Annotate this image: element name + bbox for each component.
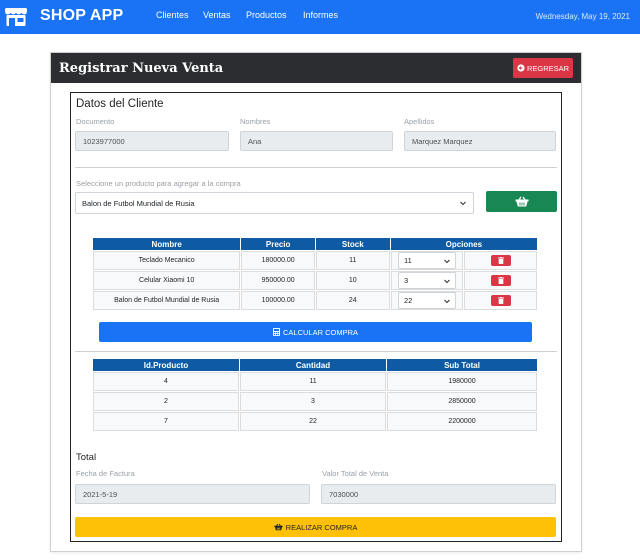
products-table: Nombre Precio Stock Opciones Teclado Mec… xyxy=(92,237,538,311)
valor-total-label: Valor Total de Venta xyxy=(322,469,389,478)
quantity-value: 3 xyxy=(403,276,409,285)
col-precio: Precio xyxy=(241,238,315,250)
divider xyxy=(75,351,557,352)
page-title: Registrar Nueva Venta xyxy=(59,61,224,76)
calculator-icon xyxy=(272,328,280,336)
trash-icon xyxy=(497,257,504,264)
total-section-title: Total xyxy=(76,452,97,463)
quantity-select[interactable]: 11 xyxy=(397,252,456,269)
product-select[interactable]: Balon de Futbol Mundial de Rusia xyxy=(75,192,474,214)
table-row: Teclado Mecanico 180000.00 11 11 xyxy=(93,251,537,270)
product-select-label: Seleccione un producto para agregar a la… xyxy=(76,179,241,188)
nav-link-productos[interactable]: Productos xyxy=(246,10,287,20)
cell-stock: 11 xyxy=(315,251,390,270)
cell-cantidad: 11 xyxy=(240,372,386,391)
basket-icon xyxy=(273,523,283,531)
quantity-value: 11 xyxy=(403,256,412,265)
cell-id: 2 xyxy=(93,392,239,411)
cell-subtotal: 2850000 xyxy=(387,392,537,411)
chevron-down-icon xyxy=(444,279,450,284)
current-date: Wednesday, May 19, 2021 xyxy=(535,12,630,21)
delete-button[interactable] xyxy=(490,295,511,306)
cell-cantidad: 22 xyxy=(240,412,386,431)
calculate-button-label: CALCULAR COMPRA xyxy=(282,327,358,337)
nav-link-ventas[interactable]: Ventas xyxy=(203,10,231,20)
col-stock: Stock xyxy=(315,238,390,250)
table-row: Balon de Futbol Mundial de Rusia 100000.… xyxy=(93,291,537,310)
cell-stock: 24 xyxy=(315,291,390,310)
back-button-label: REGRESAR xyxy=(526,63,570,73)
client-section-title: Datos del Cliente xyxy=(76,98,164,110)
valor-total-field[interactable]: 7030000 xyxy=(321,484,556,504)
col-id-producto: Id.Producto xyxy=(93,359,239,371)
add-to-cart-button[interactable] xyxy=(486,191,557,212)
chevron-down-icon xyxy=(444,299,450,304)
cell-id: 7 xyxy=(93,412,239,431)
product-select-value: Balon de Futbol Mundial de Rusia xyxy=(82,198,195,208)
cell-eliminar xyxy=(464,271,537,290)
nav-link-informes[interactable]: Informes xyxy=(303,10,338,20)
nombres-field[interactable]: Ana xyxy=(240,131,393,151)
cell-cantidad: 11 xyxy=(390,251,464,270)
cell-precio: 950000.00 xyxy=(241,271,315,290)
trash-icon xyxy=(497,297,504,304)
delete-button[interactable] xyxy=(490,255,511,266)
chevron-down-icon xyxy=(444,259,450,264)
quantity-select[interactable]: 22 xyxy=(397,292,456,309)
table-row: 7 22 2200000 xyxy=(93,412,537,431)
cell-stock: 10 xyxy=(315,271,390,290)
table-row: Celular Xiaomi 10 950000.00 10 3 xyxy=(93,271,537,290)
cell-cantidad: 22 xyxy=(390,291,464,310)
calculate-button[interactable]: CALCULAR COMPRA xyxy=(99,322,532,342)
cell-cantidad: 3 xyxy=(240,392,386,411)
delete-button[interactable] xyxy=(490,275,511,286)
documento-field[interactable]: 1023977000 xyxy=(75,131,229,151)
apellidos-label: Apellidos xyxy=(404,117,435,126)
card-header: Registrar Nueva Venta REGRESAR xyxy=(51,53,581,83)
apellidos-field[interactable]: Marquez Marquez xyxy=(404,131,556,151)
brand-name[interactable]: SHOP APP xyxy=(40,7,123,25)
table-row: 4 11 1980000 xyxy=(93,372,537,391)
nombres-label: Nombres xyxy=(240,117,271,126)
col-opciones: Opciones xyxy=(390,238,537,250)
back-button[interactable]: REGRESAR xyxy=(513,58,573,78)
cell-nombre: Balon de Futbol Mundial de Rusia xyxy=(93,291,241,310)
quantity-value: 22 xyxy=(403,296,413,305)
cell-precio: 100000.00 xyxy=(241,291,315,310)
cell-precio: 180000.00 xyxy=(241,251,315,270)
quantity-select[interactable]: 3 xyxy=(397,272,456,289)
sale-form: Datos del Cliente Documento 1023977000 N… xyxy=(70,92,562,542)
trash-icon xyxy=(497,277,504,284)
col-sub-total: Sub Total xyxy=(387,359,537,371)
summary-table: Id.Producto Cantidad Sub Total 4 11 1980… xyxy=(92,358,538,432)
divider xyxy=(75,167,557,168)
nav-link-clientes[interactable]: Clientes xyxy=(156,10,189,20)
navbar: SHOP APP Clientes Ventas Productos Infor… xyxy=(0,0,640,34)
submit-sale-button[interactable]: REALIZAR COMPRA xyxy=(75,517,556,537)
store-icon[interactable] xyxy=(4,7,28,27)
cell-nombre: Celular Xiaomi 10 xyxy=(93,271,241,290)
fecha-label: Fecha de Factura xyxy=(76,469,135,478)
submit-sale-label: REALIZAR COMPRA xyxy=(285,522,358,532)
fecha-field[interactable]: 2021-5-19 xyxy=(75,484,310,504)
table-row: 2 3 2850000 xyxy=(93,392,537,411)
cell-cantidad: 3 xyxy=(390,271,464,290)
chevron-down-icon xyxy=(460,201,466,206)
cell-subtotal: 2200000 xyxy=(387,412,537,431)
documento-label: Documento xyxy=(76,117,115,126)
cell-eliminar xyxy=(464,251,537,270)
col-nombre: Nombre xyxy=(93,238,241,250)
cell-eliminar xyxy=(464,291,537,310)
col-cantidad: Cantidad xyxy=(240,359,386,371)
basket-icon xyxy=(515,196,528,207)
cell-subtotal: 1980000 xyxy=(387,372,537,391)
cell-nombre: Teclado Mecanico xyxy=(93,251,241,270)
cell-id: 4 xyxy=(93,372,239,391)
arrow-left-icon xyxy=(517,64,525,72)
